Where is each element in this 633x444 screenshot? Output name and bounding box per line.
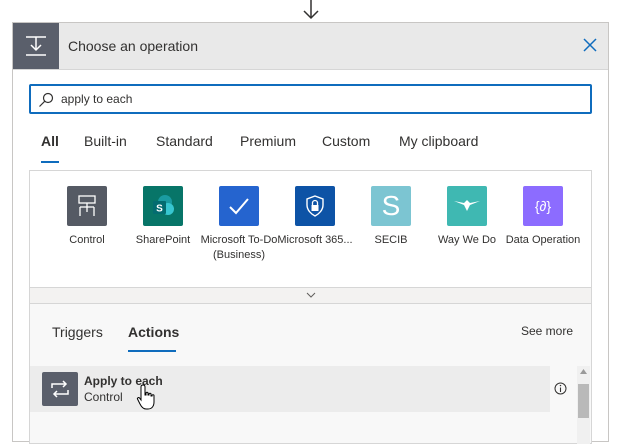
chevron-down-icon [306, 292, 316, 298]
connector-label: Microsoft To-Do (Business) [200, 234, 278, 261]
search-icon [39, 92, 54, 107]
actions-panel: Triggers Actions See more Apply to each … [29, 304, 592, 444]
connector-control[interactable]: Control [44, 186, 130, 248]
connector-secib[interactable]: S SECIB [348, 186, 434, 248]
connector-data-operation[interactable]: {∂} Data Operation [500, 186, 586, 248]
action-subtitle: Control [84, 390, 123, 404]
expand-connectors-button[interactable] [29, 287, 592, 304]
connector-microsoft-todo[interactable]: Microsoft To-Do (Business) [196, 186, 282, 263]
secib-icon: S [371, 186, 411, 226]
svg-text:S: S [156, 204, 163, 215]
operation-icon [13, 23, 59, 69]
tab-triggers[interactable]: Triggers [52, 324, 103, 340]
shield-lock-icon [295, 186, 335, 226]
card-header: Choose an operation [13, 23, 608, 70]
loop-icon [42, 372, 78, 406]
subtab-active-indicator [128, 350, 176, 352]
actions-scrollbar[interactable] [577, 366, 590, 444]
data-operation-icon: {∂} [523, 186, 563, 226]
search-box[interactable] [29, 84, 592, 114]
tab-actions[interactable]: Actions [128, 324, 179, 340]
connector-label: SharePoint [135, 234, 191, 246]
close-icon[interactable] [580, 35, 600, 55]
search-input[interactable] [61, 89, 581, 109]
tab-standard[interactable]: Standard [156, 133, 213, 149]
control-icon [67, 186, 107, 226]
connector-label: Control [69, 234, 105, 246]
connector-label: Data Operation [505, 234, 581, 246]
header-title: Choose an operation [68, 38, 198, 54]
tab-built-in[interactable]: Built-in [84, 133, 127, 149]
action-apply-to-each[interactable]: Apply to each Control [30, 366, 550, 412]
scroll-up-icon[interactable] [580, 369, 587, 374]
see-more-link[interactable]: See more [521, 324, 573, 338]
connector-label: SECIB [374, 234, 408, 246]
choose-operation-card: Choose an operation All Built-in Standar… [12, 22, 609, 444]
tab-premium[interactable]: Premium [240, 133, 296, 149]
todo-icon [219, 186, 259, 226]
sharepoint-icon: S [143, 186, 183, 226]
connector-grid: Control S SharePoint Microsoft To-Do (Bu… [29, 170, 592, 288]
connector-sharepoint[interactable]: S SharePoint [120, 186, 206, 248]
flow-arrow-icon [303, 0, 319, 20]
action-title: Apply to each [84, 374, 163, 388]
connector-microsoft-365[interactable]: Microsoft 365... [272, 186, 358, 248]
tab-custom[interactable]: Custom [322, 133, 370, 149]
connector-label: Microsoft 365... [277, 234, 353, 246]
scroll-thumb[interactable] [578, 384, 589, 418]
connector-label: Way We Do [437, 234, 497, 246]
connector-way-we-do[interactable]: Way We Do [424, 186, 510, 248]
tab-my-clipboard[interactable]: My clipboard [399, 133, 478, 149]
tab-all[interactable]: All [41, 133, 59, 149]
waywedo-icon [447, 186, 487, 226]
tab-active-indicator [41, 161, 59, 163]
info-icon[interactable] [554, 382, 567, 395]
